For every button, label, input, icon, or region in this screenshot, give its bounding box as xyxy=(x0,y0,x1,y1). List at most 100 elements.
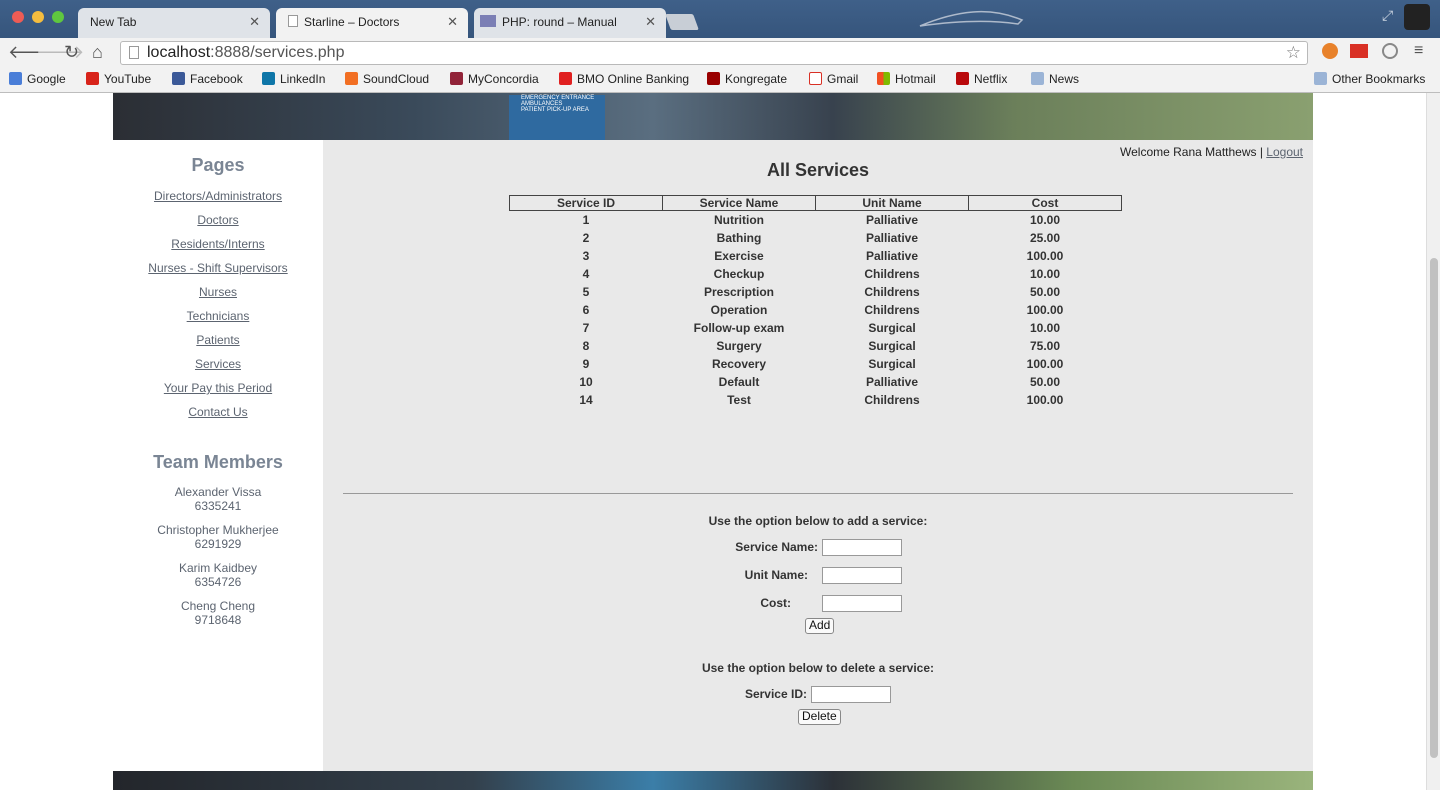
table-header-row: Service ID Service Name Unit Name Cost xyxy=(509,195,1122,211)
php-icon xyxy=(480,15,496,27)
sidebar-link-contact[interactable]: Contact Us xyxy=(113,400,323,424)
home-icon[interactable]: ⌂ xyxy=(92,42,103,63)
browser-tabstrip: New Tab ✕ Starline – Doctors ✕ PHP: roun… xyxy=(0,0,1440,38)
extension-icon[interactable] xyxy=(1322,43,1338,59)
reload-icon[interactable]: ↻ xyxy=(64,42,79,63)
bookmark-gmail[interactable]: Gmail xyxy=(809,72,858,86)
team-heading: Team Members xyxy=(153,452,283,472)
service-id-input[interactable] xyxy=(811,686,891,703)
table-cell: 10.00 xyxy=(1029,213,1061,227)
page-icon xyxy=(129,46,139,59)
bookmark-star-icon[interactable]: ☆ xyxy=(1286,43,1301,63)
address-bar[interactable]: localhost:8888/services.php ☆ xyxy=(120,41,1308,65)
main-content: Welcome Rana Matthews | Logout All Servi… xyxy=(323,140,1313,771)
bookmark-youtube[interactable]: YouTube xyxy=(86,72,151,86)
bookmark-hotmail[interactable]: Hotmail xyxy=(877,72,936,86)
kongregate-icon xyxy=(707,72,720,85)
bookmark-myconcordia[interactable]: MyConcordia xyxy=(450,72,539,86)
bookmark-bmo[interactable]: BMO Online Banking xyxy=(559,72,689,86)
page-scrollbar[interactable] xyxy=(1426,93,1440,790)
maximize-window-button[interactable] xyxy=(52,11,64,23)
member-id: 6335241 xyxy=(194,499,242,513)
table-cell: Surgical xyxy=(868,321,916,335)
table-cell: Surgery xyxy=(716,339,762,353)
table-cell: 25.00 xyxy=(1029,231,1061,245)
table-cell: Prescription xyxy=(703,285,775,299)
tab-php-round-manual[interactable]: PHP: round – Manual ✕ xyxy=(474,8,666,38)
gmail-extension-icon[interactable] xyxy=(1350,44,1368,58)
table-cell: 14 xyxy=(579,393,593,407)
close-tab-icon[interactable]: ✕ xyxy=(645,14,656,30)
table-cell: Nutrition xyxy=(714,213,764,227)
sidebar-link-residents[interactable]: Residents/Interns xyxy=(113,232,323,256)
divider xyxy=(343,493,1293,494)
car-logo-icon xyxy=(919,10,1024,27)
close-tab-icon[interactable]: ✕ xyxy=(249,14,260,30)
table-row: 3 Exercise Palliative 100.00 xyxy=(510,247,1122,265)
table-cell: Childrens xyxy=(864,267,920,281)
table-cell: Palliative xyxy=(865,375,919,389)
services-table: Service ID Service Name Unit Name Cost 1… xyxy=(509,195,1122,409)
profile-avatar[interactable] xyxy=(1404,4,1430,30)
sidebar-link-directors[interactable]: Directors/Administrators xyxy=(113,184,323,208)
bookmark-netflix[interactable]: Netflix xyxy=(956,72,1007,86)
google-icon xyxy=(9,72,22,85)
menu-icon[interactable]: ≡ xyxy=(1414,42,1423,60)
bookmark-facebook[interactable]: Facebook xyxy=(172,72,243,86)
bookmark-linkedin[interactable]: LinkedIn xyxy=(262,72,325,86)
scrollbar-thumb[interactable] xyxy=(1430,258,1438,758)
column-header: Service ID xyxy=(509,195,663,211)
fullscreen-icon[interactable]: ⤢ xyxy=(1382,7,1393,24)
minimize-window-button[interactable] xyxy=(32,11,44,23)
service-name-input[interactable] xyxy=(822,539,902,556)
sidebar-link-nurse-supervisors[interactable]: Nurses - Shift Supervisors xyxy=(113,256,323,280)
sidebar-nav: Directors/Administrators Doctors Residen… xyxy=(113,184,323,424)
facebook-icon xyxy=(172,72,185,85)
unit-name-input[interactable] xyxy=(822,567,902,584)
team-member: Cheng Cheng 9718648 xyxy=(113,599,323,627)
page-viewport: EMERGENCY ENTRANCE AMBULANCES PATIENT PI… xyxy=(0,93,1426,790)
close-tab-icon[interactable]: ✕ xyxy=(447,14,458,30)
gmail-icon xyxy=(809,72,822,85)
sidebar-link-services[interactable]: Services xyxy=(113,352,323,376)
tab-starline-doctors[interactable]: Starline – Doctors ✕ xyxy=(276,8,468,38)
table-cell: 50.00 xyxy=(1029,375,1061,389)
table-cell: Default xyxy=(718,375,760,389)
member-name: Christopher Mukherjee xyxy=(157,523,279,537)
sidebar-link-patients[interactable]: Patients xyxy=(113,328,323,352)
url-host: localhost xyxy=(147,44,211,61)
bookmark-folder-other[interactable]: Other Bookmarks xyxy=(1314,72,1425,86)
bookmark-folder-news[interactable]: News xyxy=(1031,72,1079,86)
sidebar-link-nurses[interactable]: Nurses xyxy=(113,280,323,304)
delete-button[interactable]: Delete xyxy=(798,709,841,725)
table-cell: 4 xyxy=(582,267,590,281)
new-tab-button[interactable] xyxy=(665,14,699,30)
table-cell: Recovery xyxy=(711,357,767,371)
sidebar-link-technicians[interactable]: Technicians xyxy=(113,304,323,328)
table-row: 6 Operation Childrens 100.00 xyxy=(510,301,1122,319)
add-button[interactable]: Add xyxy=(805,618,835,634)
column-header: Service Name xyxy=(662,195,816,211)
member-id: 6354726 xyxy=(194,575,242,589)
table-cell: Surgical xyxy=(868,357,916,371)
sidebar-link-doctors[interactable]: Doctors xyxy=(113,208,323,232)
bmo-icon xyxy=(559,72,572,85)
bookmark-google[interactable]: Google xyxy=(9,72,66,86)
table-row: 14 Test Childrens 100.00 xyxy=(510,391,1122,409)
team-member: Karim Kaidbey 6354726 xyxy=(113,561,323,589)
add-service-heading: Use the option below to add a service: xyxy=(708,514,928,528)
cost-input[interactable] xyxy=(822,595,902,612)
logout-link[interactable]: Logout xyxy=(1266,145,1303,159)
search-extension-icon[interactable] xyxy=(1382,43,1398,59)
sidebar-link-pay[interactable]: Your Pay this Period xyxy=(113,376,323,400)
member-name: Cheng Cheng xyxy=(180,599,256,613)
bookmark-kongregate[interactable]: Kongregate xyxy=(707,72,787,86)
column-header: Unit Name xyxy=(815,195,969,211)
bookmark-soundcloud[interactable]: SoundCloud xyxy=(345,72,429,86)
table-cell: Checkup xyxy=(713,267,765,281)
tab-new-tab[interactable]: New Tab ✕ xyxy=(78,8,270,38)
bookmarks-bar: Google YouTube Facebook LinkedIn SoundCl… xyxy=(0,68,1440,93)
close-window-button[interactable] xyxy=(12,11,24,23)
tab-label: New Tab xyxy=(90,15,137,29)
table-cell: 100.00 xyxy=(1026,393,1064,407)
